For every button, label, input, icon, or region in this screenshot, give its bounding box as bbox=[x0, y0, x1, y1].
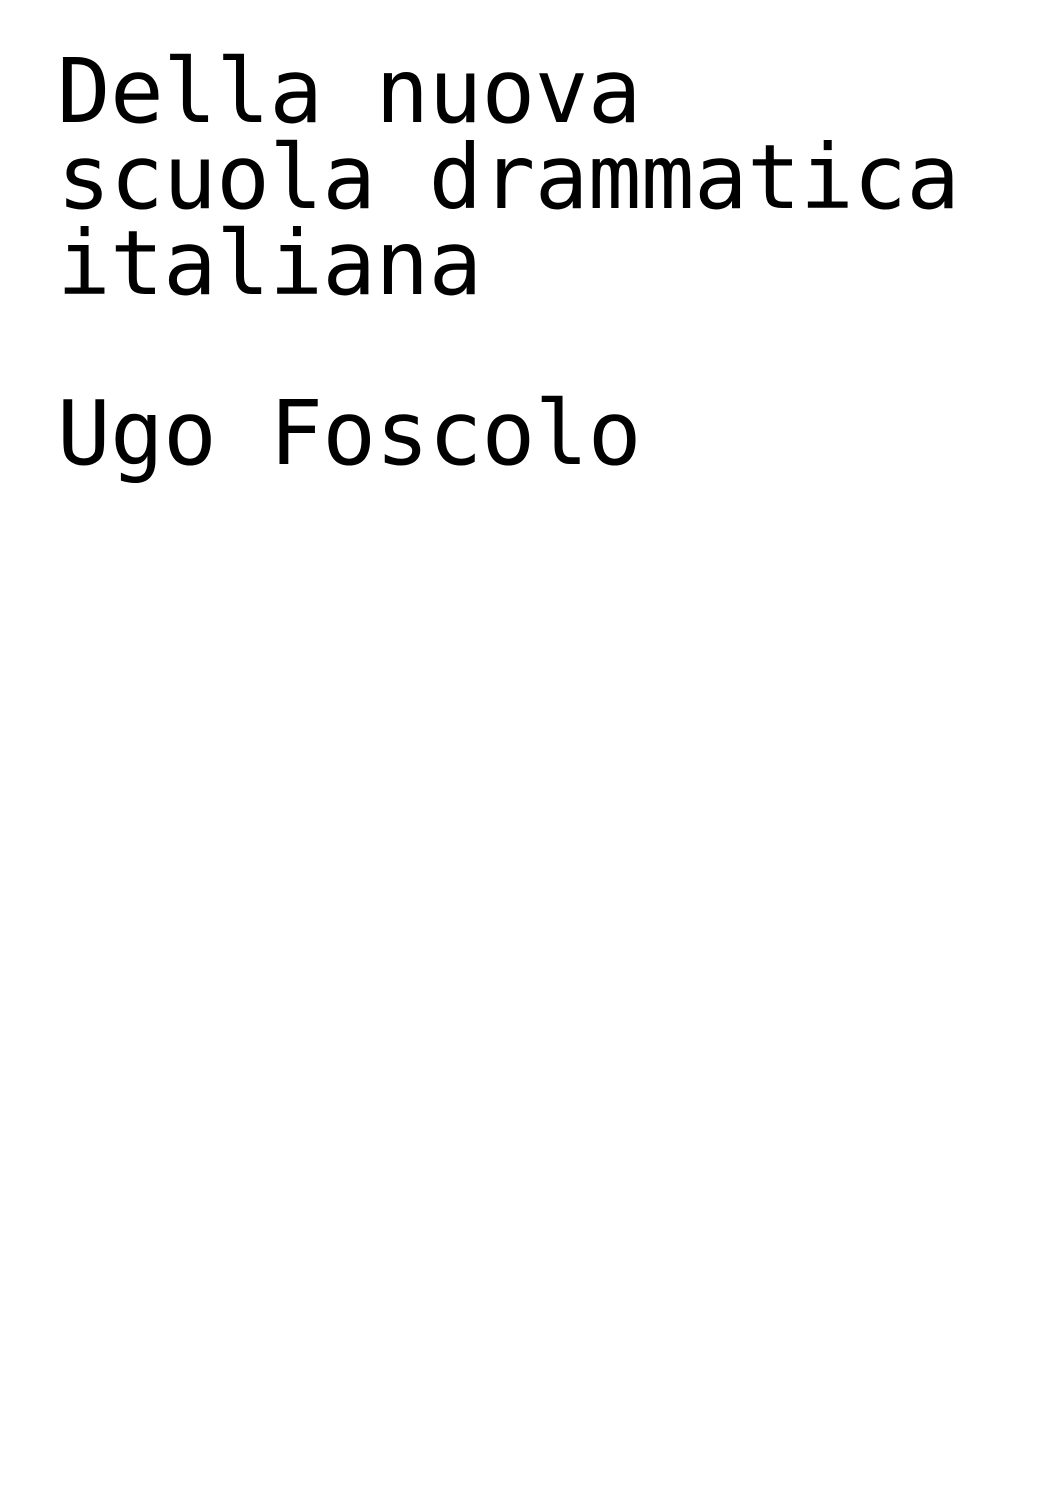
book-author: Ugo Foscolo bbox=[57, 381, 641, 485]
book-title-line-2: scuola drammatica bbox=[57, 125, 960, 229]
book-title: Della nuova scuola drammatica italiana bbox=[57, 39, 960, 315]
book-title-line-1: Della nuova bbox=[57, 39, 641, 143]
book-title-line-3: italiana bbox=[57, 211, 482, 315]
book-cover-page: Della nuova scuola drammatica italiana U… bbox=[0, 0, 1058, 1497]
